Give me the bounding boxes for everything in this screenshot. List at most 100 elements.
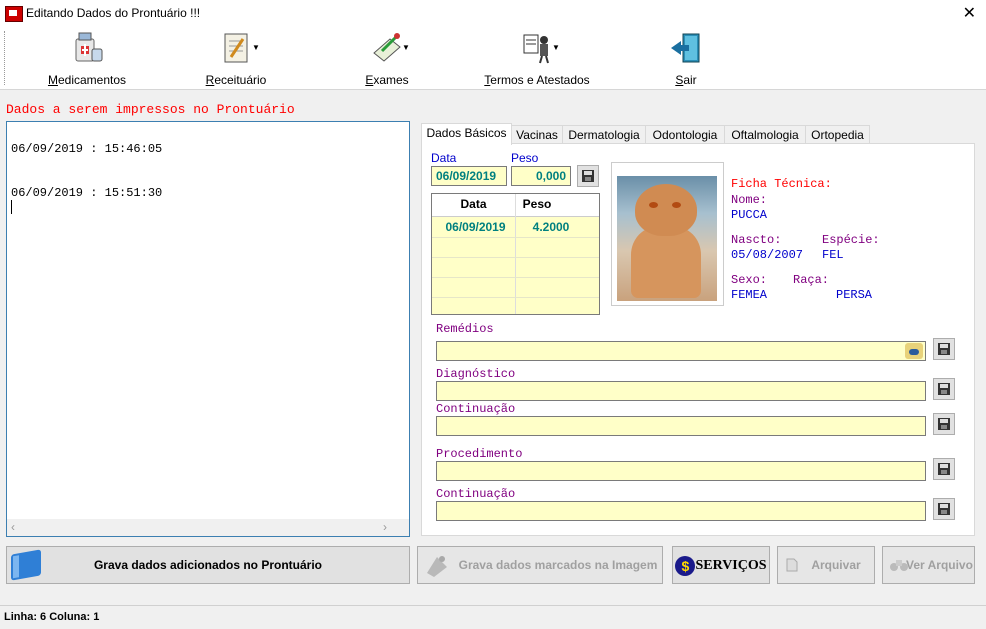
floppy-disk-icon — [938, 383, 950, 395]
sexo-value: FEMEA — [731, 288, 768, 302]
receituario-dropdown-icon[interactable]: ▼ — [252, 43, 260, 52]
continuacao-diagnostico-field[interactable] — [436, 416, 926, 436]
exit-door-icon — [669, 31, 703, 65]
tab-ortopedia[interactable]: Ortopedia — [805, 125, 870, 144]
tab-dermatologia[interactable]: Dermatologia — [562, 125, 646, 144]
grava-prontuario-label: Grava dados adicionados no Prontuário — [93, 558, 323, 572]
receituario-accel: R — [205, 73, 215, 87]
tab-oftalmologia[interactable]: Oftalmologia — [724, 125, 806, 144]
termos-atestados-button[interactable]: ▼ Termos e Atestados — [482, 29, 592, 87]
file-icon — [786, 558, 798, 572]
save-continuacao-diagnostico-button[interactable] — [933, 413, 955, 435]
arquivar-label: Arquivar — [811, 558, 861, 572]
exames-label: xames — [373, 73, 409, 87]
title-bar: Editando Dados do Prontuário !!! ✕ — [0, 0, 986, 27]
toolbar: Medicamentos ▼ Receituário ▼ Exames ▼ Te… — [0, 27, 986, 90]
sexo-label: Sexo: — [731, 273, 768, 287]
arquivar-button[interactable]: Arquivar — [777, 546, 875, 584]
peso-history-grid[interactable]: Data Peso 06/09/2019 4.2000 — [431, 193, 600, 315]
ficha-title: Ficha Técnica: — [731, 177, 832, 191]
certificate-icon — [520, 31, 554, 65]
peso-field[interactable]: 0,000 — [511, 166, 571, 186]
medicamentos-button[interactable]: Medicamentos — [42, 29, 132, 87]
grava-imagem-label: Grava dados marcados na Imagem — [458, 558, 658, 572]
grid-cell-peso[interactable]: 4.2000 — [516, 220, 586, 234]
servicos-button[interactable]: $ SERVIÇOS — [672, 546, 770, 584]
especie-label: Espécie: — [822, 233, 880, 247]
save-procedimento-button[interactable] — [933, 458, 955, 480]
especie-value: FEL — [822, 248, 844, 262]
nascto-value: 05/08/2007 — [731, 248, 804, 262]
save-diagnostico-button[interactable] — [933, 378, 955, 400]
memo-line: 06/09/2019 : 15:51:30 — [11, 186, 163, 200]
procedimento-label: Procedimento — [436, 447, 523, 461]
continuacao-diagnostico-label: Continuação — [436, 402, 516, 416]
ver-arquivo-button[interactable]: Ver Arquivo — [882, 546, 975, 584]
grava-prontuario-button[interactable]: Grava dados adicionados no Prontuário — [6, 546, 410, 584]
medicamentos-accel: M — [47, 73, 58, 87]
dollar-icon: $ — [675, 555, 696, 576]
book-icon — [11, 549, 41, 581]
grid-header-peso: Peso — [522, 197, 552, 211]
floppy-disk-icon — [582, 170, 594, 182]
tab-vacinas[interactable]: Vacinas — [511, 125, 563, 144]
floppy-disk-icon — [938, 463, 950, 475]
toolbar-grip[interactable] — [4, 31, 8, 85]
cursor-position: Linha: 6 Coluna: 1 — [4, 611, 100, 623]
diagnostico-label: Diagnóstico — [436, 367, 516, 381]
data-field[interactable]: 06/09/2019 — [431, 166, 507, 186]
sair-button[interactable]: Sair — [660, 29, 712, 87]
stamp-icon — [427, 556, 447, 577]
floppy-disk-icon — [938, 503, 950, 515]
save-peso-button[interactable] — [577, 165, 599, 187]
diagnostico-field[interactable] — [436, 381, 926, 401]
raca-value: PERSA — [836, 288, 873, 302]
exams-icon — [370, 31, 404, 65]
search-binoculars-icon[interactable] — [905, 343, 923, 359]
sair-label: air — [683, 73, 697, 87]
memo-line: 06/09/2019 : 15:46:05 — [11, 142, 163, 156]
memo-horizontal-scrollbar[interactable]: ‹ › — [7, 519, 409, 536]
floppy-disk-icon — [938, 418, 950, 430]
pet-photo[interactable] — [611, 162, 724, 306]
receituario-button[interactable]: ▼ Receituário — [196, 29, 276, 87]
termos-label: ermos e Atestados — [490, 73, 590, 87]
medicamentos-label: edicamentos — [57, 73, 127, 87]
prescription-icon — [219, 31, 253, 65]
nascto-label: Nascto: — [731, 233, 782, 247]
grid-cell-data[interactable]: 06/09/2019 — [432, 220, 519, 234]
procedimento-field[interactable] — [436, 461, 926, 481]
receituario-label: eceituário — [214, 73, 267, 87]
data-label: Data — [431, 151, 457, 165]
raca-label: Raça: — [793, 273, 830, 287]
nome-label: Nome: — [731, 193, 768, 207]
binoculars-icon — [890, 560, 908, 571]
app-icon — [5, 6, 23, 22]
text-caret — [11, 200, 12, 214]
nome-value: PUCCA — [731, 208, 768, 222]
servicos-label: SERVIÇOS — [695, 557, 767, 573]
status-bar: Linha: 6 Coluna: 1 — [0, 605, 986, 629]
termos-dropdown-icon[interactable]: ▼ — [552, 43, 560, 52]
tab-odontologia[interactable]: Odontologia — [645, 125, 725, 144]
floppy-disk-icon — [938, 343, 950, 355]
save-remedios-button[interactable] — [933, 338, 955, 360]
grid-header-data: Data — [460, 197, 487, 211]
medicine-icon — [70, 31, 104, 65]
scroll-right-icon[interactable]: › — [383, 520, 387, 534]
memo-header: Dados a serem impressos no Prontuário — [6, 102, 295, 117]
exames-dropdown-icon[interactable]: ▼ — [402, 43, 410, 52]
exames-button[interactable]: ▼ Exames — [352, 29, 422, 87]
prontuario-memo[interactable]: 06/09/2019 : 15:46:05 06/09/2019 : 15:51… — [6, 121, 410, 537]
remedios-label: Remédios — [436, 322, 494, 336]
tab-dados-basicos[interactable]: Dados Básicos — [421, 123, 512, 145]
save-continuacao-procedimento-button[interactable] — [933, 498, 955, 520]
window-title: Editando Dados do Prontuário !!! — [26, 6, 201, 20]
continuacao-procedimento-label: Continuação — [436, 487, 516, 501]
ver-arquivo-label: Ver Arquivo — [906, 558, 973, 572]
remedios-field[interactable] — [436, 341, 926, 361]
grava-imagem-button[interactable]: Grava dados marcados na Imagem — [417, 546, 663, 584]
close-icon[interactable]: ✕ — [963, 3, 976, 23]
scroll-left-icon[interactable]: ‹ — [11, 520, 15, 534]
continuacao-procedimento-field[interactable] — [436, 501, 926, 521]
